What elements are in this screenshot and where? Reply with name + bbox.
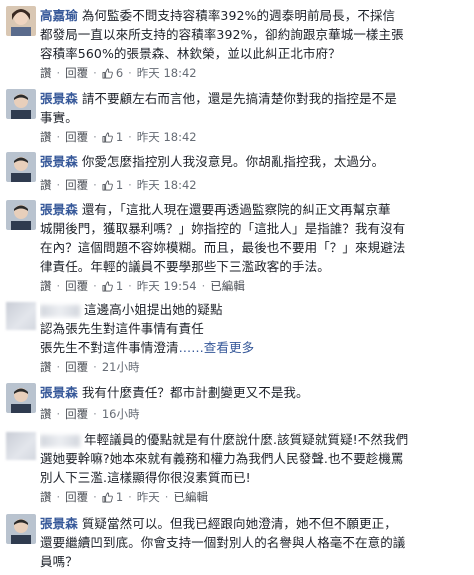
comment-actions: 讚 · 回覆 · 6 · 昨天 18:42	[40, 65, 197, 81]
reply-button[interactable]: 回覆	[65, 177, 88, 193]
reply-button[interactable]: 回覆	[65, 359, 88, 375]
timestamp[interactable]: 16小時	[102, 406, 140, 422]
comment-text: 張景森 請不要顧左右而言他，還是先搞清楚你對我的指控是不是 事實。	[40, 91, 397, 125]
comment-text: 張景森 還有，「這批人現在還要再透過監察院的糾正文再幫京華 城開後門，獲取暴利嗎？…	[40, 202, 406, 274]
blurred-author[interactable]	[40, 304, 80, 317]
timestamp[interactable]: 昨天 18:42	[137, 65, 197, 81]
comment-author[interactable]: 張景森	[40, 516, 78, 531]
thumbs-up-icon	[102, 492, 113, 503]
timestamp[interactable]: 昨天 19:54	[137, 278, 197, 294]
like-button[interactable]: 讚	[40, 278, 52, 294]
like-button[interactable]: 讚	[40, 177, 52, 193]
avatar[interactable]	[6, 200, 36, 230]
edited-label[interactable]: 已編輯	[210, 278, 245, 294]
comment-author[interactable]: 張景森	[40, 385, 78, 400]
comment-text: 年輕議員的優點就是有什麼說什麼.該質疑就質疑!不然我們 選她要幹嘛?她本來就有義…	[40, 432, 409, 485]
timestamp[interactable]: 昨天	[137, 489, 160, 505]
comment-text: 這邊高小姐提出她的疑點 認為張先生對這件事情有責任 張先生不對這件事情澄清……查…	[40, 302, 255, 355]
comment-author[interactable]: 張景森	[40, 154, 78, 169]
reply-button[interactable]: 回覆	[65, 278, 88, 294]
comment-text: 高嘉瑜 為何監委不問支持容積率392%的週泰明前局長，不採信 都發局一直以來所支持…	[40, 8, 404, 61]
timestamp[interactable]: 21小時	[102, 359, 140, 375]
timestamp[interactable]: 昨天 18:42	[137, 177, 197, 193]
comment-text: 張景森 質疑當然可以。但我已經跟向她澄清，她不但不願更正， 還要繼續凹到底。你會支…	[40, 516, 406, 569]
comment-text: 張景森 我有什麼責任？都市計劃變更又不是我。	[40, 385, 309, 400]
thumbs-up-icon	[102, 68, 113, 79]
like-count[interactable]: 1	[116, 490, 123, 504]
avatar[interactable]	[6, 152, 36, 182]
like-count[interactable]: 6	[116, 66, 123, 80]
reply-button[interactable]: 回覆	[65, 65, 88, 81]
comment-actions: 讚 · 回覆 · 1 · 昨天 19:54 · 已編輯	[40, 278, 245, 294]
timestamp[interactable]: 昨天 18:42	[137, 129, 197, 145]
comment-author[interactable]: 張景森	[40, 91, 78, 106]
reply-button[interactable]: 回覆	[65, 406, 88, 422]
avatar[interactable]	[6, 383, 36, 413]
edited-label[interactable]: 已編輯	[173, 489, 208, 505]
comment-actions: 讚 · 回覆 · 1 · 昨天 18:42	[40, 129, 197, 145]
comment-text: 張景森 你愛怎麼指控別人我沒意見。你胡亂指控我，太過分。	[40, 154, 385, 169]
like-count[interactable]: 1	[116, 130, 123, 144]
thumbs-up-icon	[102, 180, 113, 191]
like-count[interactable]: 1	[116, 279, 123, 293]
blurred-author[interactable]	[40, 434, 80, 447]
like-button[interactable]: 讚	[40, 359, 52, 375]
avatar[interactable]	[6, 89, 36, 119]
avatar[interactable]	[6, 514, 36, 544]
see-more-link[interactable]: ……查看更多	[179, 340, 255, 355]
comment-actions: 讚 · 回覆 · 21小時	[40, 359, 140, 375]
like-button[interactable]: 讚	[40, 489, 52, 505]
comment-actions: 讚 · 回覆 · 1 · 昨天 · 已編輯	[40, 489, 208, 505]
like-count[interactable]: 1	[116, 178, 123, 192]
comment-author[interactable]: 高嘉瑜	[40, 8, 78, 23]
avatar[interactable]	[6, 432, 36, 460]
like-button[interactable]: 讚	[40, 129, 52, 145]
avatar[interactable]	[6, 6, 36, 36]
avatar[interactable]	[6, 302, 36, 330]
comment-actions: 讚 · 回覆 · 1 · 昨天 18:42	[40, 177, 197, 193]
thumbs-up-icon	[102, 132, 113, 143]
reply-button[interactable]: 回覆	[65, 129, 88, 145]
comment-actions: 讚 · 回覆 · 16小時	[40, 406, 140, 422]
comment-author[interactable]: 張景森	[40, 202, 78, 217]
thumbs-up-icon	[102, 281, 113, 292]
like-button[interactable]: 讚	[40, 65, 52, 81]
reply-button[interactable]: 回覆	[65, 489, 88, 505]
like-button[interactable]: 讚	[40, 406, 52, 422]
